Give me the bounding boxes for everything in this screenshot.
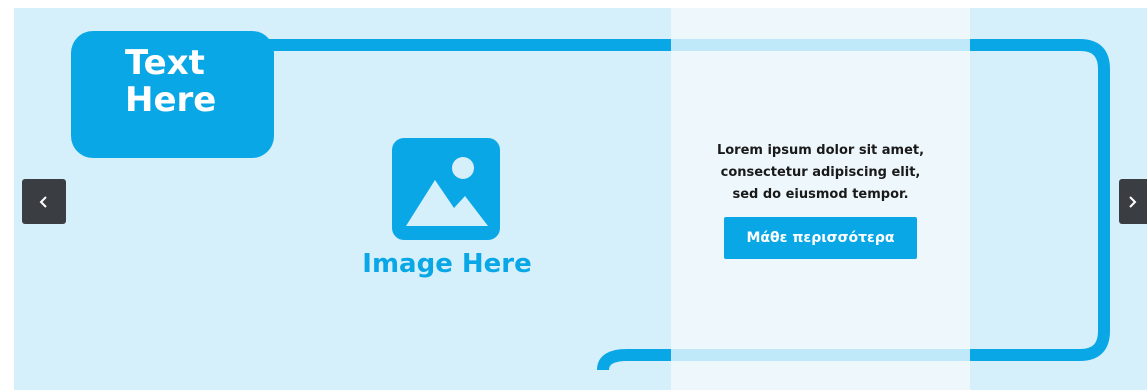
banner-headline: Text Here: [125, 43, 217, 120]
promo-banner: Text Here Image Here Lorem ipsum dolor s…: [14, 8, 1147, 390]
banner-body-text: Lorem ipsum dolor sit amet, consectetur …: [716, 143, 925, 202]
headline-box: Text Here: [71, 31, 274, 158]
chevron-right-icon: [1129, 195, 1137, 208]
chevron-left-icon: [39, 195, 47, 208]
learn-more-button[interactable]: Μάθε περισσότερα: [724, 217, 917, 259]
image-icon: [392, 138, 500, 240]
carousel-prev-button[interactable]: [22, 179, 66, 224]
image-placeholder-label: Image Here: [362, 249, 532, 279]
carousel-next-button[interactable]: [1119, 179, 1147, 224]
